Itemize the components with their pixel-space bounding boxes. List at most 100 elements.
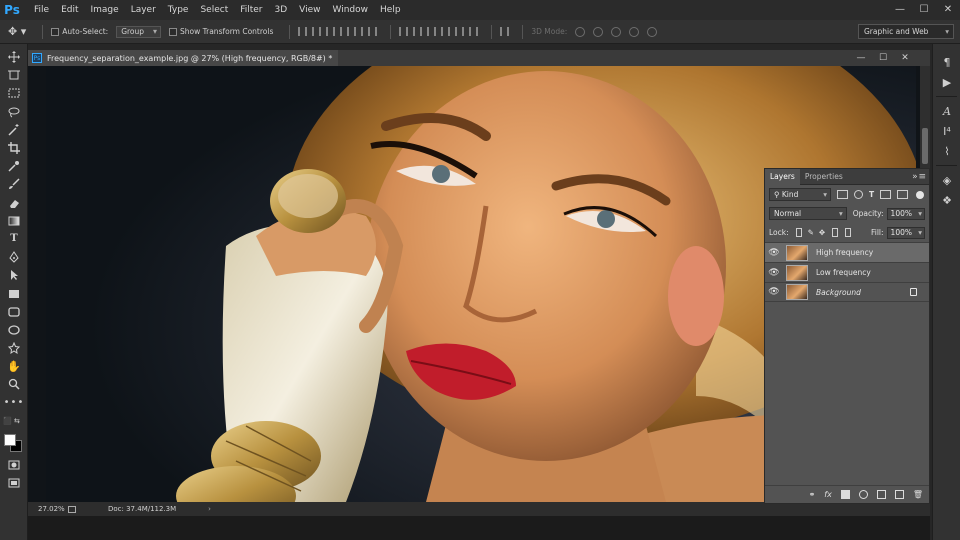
rectangle-icon[interactable] [0, 284, 28, 302]
character-icon[interactable]: A [933, 101, 960, 121]
align-vcenter-icon[interactable] [312, 27, 322, 36]
path-select-icon[interactable] [0, 266, 28, 284]
tab-layers[interactable]: Layers [765, 168, 800, 185]
lock-all-icon[interactable] [845, 228, 851, 237]
distribute-top-icon[interactable] [399, 27, 409, 36]
lock-artboard-icon[interactable] [832, 228, 839, 237]
more-tools-icon[interactable]: ••• [0, 394, 28, 412]
layer-low-frequency[interactable]: 👁 Low frequency [765, 262, 929, 282]
align-bottom-icon[interactable] [326, 27, 336, 36]
layer-high-frequency[interactable]: 👁 High frequency [765, 242, 929, 262]
add-mask-icon[interactable] [840, 490, 850, 499]
text-icon[interactable]: T [0, 230, 28, 248]
menu-3d[interactable]: 3D [269, 0, 294, 20]
layer-background[interactable]: 👁 Background [765, 282, 929, 302]
move-icon[interactable] [0, 48, 28, 66]
align-hcenter-icon[interactable] [354, 27, 364, 36]
filter-toggle[interactable] [916, 190, 925, 199]
scrollbar-thumb[interactable] [922, 128, 928, 164]
layer-effects-icon[interactable]: fx [824, 490, 832, 499]
eyedropper-icon[interactable] [0, 157, 28, 175]
menu-layer[interactable]: Layer [125, 0, 162, 20]
rounded-rect-icon[interactable] [0, 303, 28, 321]
menu-image[interactable]: Image [85, 0, 125, 20]
play-icon[interactable]: ▶ [933, 72, 960, 92]
lock-transparent-icon[interactable] [795, 228, 802, 237]
menu-select[interactable]: Select [194, 0, 234, 20]
align-left-icon[interactable] [340, 27, 350, 36]
menu-view[interactable]: View [293, 0, 326, 20]
foreground-color[interactable] [4, 433, 16, 446]
auto-select-dropdown[interactable]: Group [116, 25, 162, 38]
pen-icon[interactable] [0, 248, 28, 266]
menu-type[interactable]: Type [162, 0, 195, 20]
crop-icon[interactable] [0, 139, 28, 157]
panel-menu-icon[interactable]: » ≡ [912, 169, 926, 185]
glyphs-icon[interactable]: I⁴ [933, 121, 960, 141]
default-colors-icon[interactable]: ⬛ ⇆ [0, 412, 28, 430]
screen-mode-icon[interactable] [0, 474, 28, 492]
eraser-icon[interactable] [0, 194, 28, 212]
magic-wand-icon[interactable] [0, 121, 28, 139]
new-layer-icon[interactable] [894, 490, 904, 499]
checkbox-box[interactable] [51, 27, 60, 36]
visibility-eye-icon[interactable]: 👁 [765, 268, 783, 278]
hand-icon[interactable]: ✋ [0, 357, 28, 375]
zoom-icon[interactable] [0, 375, 28, 393]
menu-window[interactable]: Window [327, 0, 375, 20]
fill-input[interactable]: 100% [886, 226, 925, 239]
blend-mode-select[interactable]: Normal [769, 207, 847, 220]
checkbox-box[interactable] [169, 27, 178, 36]
ellipse-icon[interactable] [0, 321, 28, 339]
filter-shape-icon[interactable] [880, 190, 892, 199]
custom-shape-icon[interactable] [0, 339, 28, 357]
status-menu-icon[interactable]: › [208, 505, 211, 513]
filter-pixel-icon[interactable] [837, 190, 848, 199]
filter-smart-object-icon[interactable] [897, 190, 909, 199]
minimize-icon[interactable]: — [888, 0, 912, 20]
lock-position-icon[interactable]: ✥ [819, 228, 825, 237]
doc-minimize-icon[interactable]: — [850, 50, 872, 66]
distribute-bottom-icon[interactable] [427, 27, 437, 36]
filter-kind-select[interactable]: ⚲ Kind [769, 188, 831, 201]
quick-mask-icon[interactable] [0, 456, 28, 474]
doc-maximize-icon[interactable]: ☐ [872, 50, 894, 66]
maximize-icon[interactable]: ☐ [912, 0, 936, 20]
document-tab[interactable]: Ps Frequency_separation_example.jpg @ 27… [28, 50, 339, 66]
link-layers-icon[interactable]: ⚭ [809, 490, 816, 499]
close-icon[interactable]: ✕ [936, 0, 960, 20]
doc-close-icon[interactable]: ✕ [894, 50, 916, 66]
channels-icon[interactable]: ❖ [933, 190, 960, 210]
distribute-vcenter-icon[interactable] [413, 27, 423, 36]
adjustment-layer-icon[interactable] [858, 490, 868, 499]
auto-align-icon[interactable] [500, 27, 510, 36]
brush-icon[interactable] [0, 175, 28, 193]
filter-adjustment-icon[interactable] [854, 190, 863, 199]
layers-panel-icon[interactable]: ◈ [933, 170, 960, 190]
lock-pixels-icon[interactable]: ✎ [808, 228, 814, 237]
gradient-icon[interactable] [0, 212, 28, 230]
menu-help[interactable]: Help [374, 0, 407, 20]
artboard-icon[interactable] [0, 66, 28, 84]
auto-select-checkbox[interactable]: Auto-Select: [51, 27, 108, 36]
visibility-eye-icon[interactable]: 👁 [765, 287, 783, 297]
menu-edit[interactable]: Edit [55, 0, 84, 20]
visibility-eye-icon[interactable]: 👁 [765, 248, 783, 258]
menu-filter[interactable]: Filter [234, 0, 268, 20]
marquee-icon[interactable] [0, 84, 28, 102]
show-transform-checkbox[interactable]: Show Transform Controls [169, 27, 273, 36]
paragraph-icon[interactable]: ¶ [933, 52, 960, 72]
zoom-level[interactable]: 27.02% [38, 505, 65, 513]
menu-file[interactable]: File [28, 0, 55, 20]
align-top-icon[interactable] [298, 27, 308, 36]
opacity-input[interactable]: 100% [886, 207, 925, 220]
workspace-switcher[interactable]: Graphic and Web [858, 24, 954, 39]
distribute-right-icon[interactable] [469, 27, 479, 36]
share-icon[interactable] [68, 505, 76, 513]
lasso-icon[interactable] [0, 103, 28, 121]
delete-layer-icon[interactable]: 🗑 [913, 490, 923, 499]
tab-properties[interactable]: Properties [800, 169, 848, 185]
filter-type-icon[interactable]: T [869, 190, 874, 199]
distribute-hcenter-icon[interactable] [455, 27, 465, 36]
distribute-left-icon[interactable] [441, 27, 451, 36]
